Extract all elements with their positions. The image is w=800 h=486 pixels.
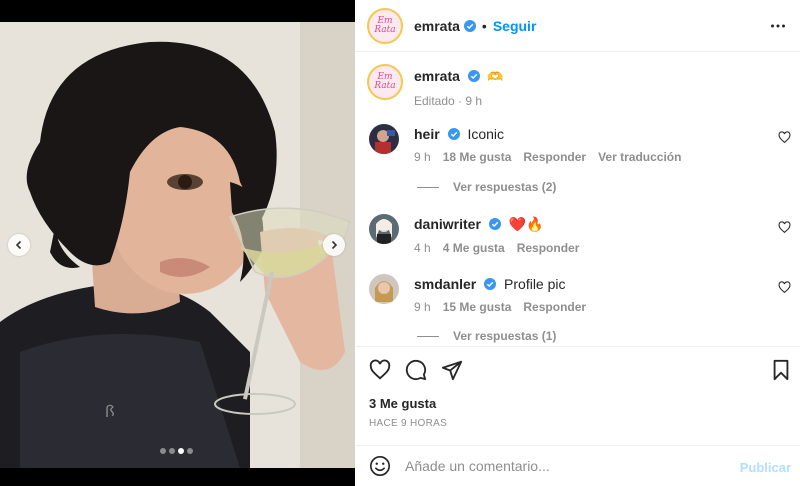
avatar-logo-text: Em Rata: [374, 16, 396, 35]
avatar[interactable]: Em Rata: [367, 7, 403, 44]
heart-icon[interactable]: [778, 131, 791, 144]
view-replies-button[interactable]: Ver respuestas (1): [417, 329, 556, 343]
comment-meta: 4 h 4 Me gusta Responder: [414, 241, 579, 255]
post-actions: 3 Me gusta HACE 9 HORAS: [355, 346, 800, 444]
reply-button[interactable]: Responder: [517, 241, 580, 255]
verified-icon: [463, 19, 476, 32]
post-modal: ꟗ Em Rata emrata • Seguir Em Rata emrata…: [0, 0, 800, 486]
caption-meta: Editado · 9 h: [414, 94, 503, 108]
avatar-text-line2: Rata: [374, 24, 396, 35]
comment-time: 9 h: [414, 150, 431, 164]
carousel-dot: [187, 448, 193, 454]
caption-emoji: 🫶: [487, 69, 504, 84]
heart-icon[interactable]: [778, 221, 791, 234]
comment-username[interactable]: smdanler: [414, 276, 476, 292]
carousel-prev-button[interactable]: [8, 234, 30, 256]
comment-likes[interactable]: 18 Me gusta: [443, 150, 512, 164]
comment-text: Profile pic: [504, 276, 566, 292]
comment-body: heir Iconic 9 h 18 Me gusta Responder Ve…: [414, 126, 681, 164]
post-timestamp: HACE 9 HORAS: [369, 418, 448, 429]
comment-text: ❤️🔥: [508, 216, 544, 232]
svg-text:ꟗ: ꟗ: [105, 402, 115, 421]
caption-time: 9 h: [465, 94, 483, 108]
carousel-dot: [160, 448, 166, 454]
verified-icon: [488, 218, 501, 230]
comment-username[interactable]: heir: [414, 126, 440, 142]
chevron-right-icon: [331, 240, 338, 250]
likes-count[interactable]: 3 Me gusta: [369, 396, 436, 411]
comment-text: Iconic: [467, 126, 505, 142]
view-replies-label: Ver respuestas (1): [453, 329, 557, 343]
caption-line: emrata 🫶: [414, 68, 503, 85]
header-username[interactable]: emrata: [414, 18, 460, 34]
chevron-left-icon: [15, 240, 22, 250]
meta-dot: ·: [458, 94, 463, 108]
comment-input[interactable]: [405, 458, 725, 474]
verified-icon: [484, 278, 497, 290]
comment-item: heir Iconic 9 h 18 Me gusta Responder Ve…: [369, 124, 799, 164]
header-separator: •: [481, 17, 487, 34]
caption-avatar[interactable]: Em Rata: [367, 64, 403, 100]
verified-icon: [467, 70, 480, 82]
caption-avatar-text-line2: Rata: [374, 81, 396, 91]
emoji-icon[interactable]: [369, 455, 391, 477]
comment-username[interactable]: daniwriter: [414, 216, 481, 232]
translate-button[interactable]: Ver traducción: [598, 150, 681, 164]
caption-text: emrata 🫶 Editado · 9 h: [414, 64, 503, 108]
comment-likes[interactable]: 4 Me gusta: [443, 241, 505, 255]
comment-icon[interactable]: [405, 359, 427, 381]
view-replies-label: Ver respuestas (2): [453, 180, 557, 194]
post-photo[interactable]: ꟗ: [0, 22, 355, 468]
comment-meta: 9 h 18 Me gusta Responder Ver traducción: [414, 150, 681, 164]
follow-button[interactable]: Seguir: [493, 18, 537, 34]
commenter-avatar[interactable]: [369, 274, 399, 304]
caption-username[interactable]: emrata: [414, 68, 460, 84]
carousel-indicators: [160, 448, 193, 454]
comment-composer: Publicar: [355, 445, 800, 486]
comment-body: smdanler Profile pic 9 h 15 Me gusta Res…: [414, 276, 586, 314]
caption-avatar-text: Em Rata: [374, 73, 395, 91]
carousel-dot: [169, 448, 175, 454]
reply-button[interactable]: Responder: [523, 150, 586, 164]
replies-divider: [417, 186, 439, 188]
comment-body: daniwriter ❤️🔥 4 h 4 Me gusta Responder: [414, 216, 579, 255]
action-icons: [369, 359, 463, 381]
carousel-dot-active: [178, 448, 184, 454]
share-icon[interactable]: [441, 359, 463, 381]
comment-line: heir Iconic: [414, 126, 681, 142]
post-media: ꟗ: [0, 0, 355, 486]
publish-button[interactable]: Publicar: [740, 460, 791, 475]
comment-line: daniwriter ❤️🔥: [414, 216, 579, 233]
reply-button[interactable]: Responder: [523, 300, 586, 314]
edited-label: Editado: [414, 94, 455, 108]
view-replies-button[interactable]: Ver respuestas (2): [417, 180, 556, 194]
comment-time: 9 h: [414, 300, 431, 314]
verified-icon: [447, 128, 460, 140]
replies-divider: [417, 335, 439, 337]
post-caption: Em Rata emrata 🫶 Editado · 9 h: [367, 64, 503, 108]
post-panel: EmRata emrata • Seguir EmRata emrata 🫶: [355, 0, 800, 486]
comment-item: smdanler Profile pic 9 h 15 Me gusta Res…: [369, 274, 799, 314]
bookmark-icon[interactable]: [770, 359, 792, 381]
carousel-next-button[interactable]: [323, 234, 345, 256]
comment-item: daniwriter ❤️🔥 4 h 4 Me gusta Responder: [369, 214, 799, 255]
commenter-avatar[interactable]: [369, 214, 399, 244]
more-icon[interactable]: [770, 18, 786, 34]
post-header: Em Rata emrata • Seguir: [355, 0, 800, 52]
heart-icon[interactable]: [369, 359, 391, 381]
comment-likes[interactable]: 15 Me gusta: [443, 300, 512, 314]
comment-line: smdanler Profile pic: [414, 276, 586, 292]
comment-time: 4 h: [414, 241, 431, 255]
commenter-avatar[interactable]: [369, 124, 399, 154]
comment-meta: 9 h 15 Me gusta Responder: [414, 300, 586, 314]
heart-icon[interactable]: [778, 281, 791, 294]
comments-list[interactable]: Em Rata emrata 🫶 Editado · 9 h heir Icon…: [355, 52, 800, 346]
